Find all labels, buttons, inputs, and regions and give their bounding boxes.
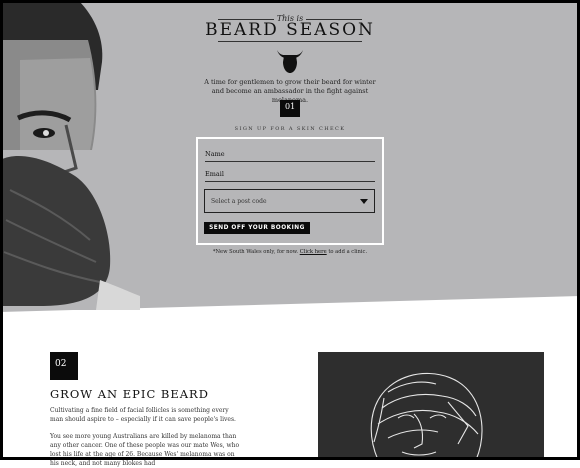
title-underline: [218, 41, 362, 42]
footnote: *New South Wales only, for now. Click he…: [0, 249, 580, 255]
step-number-01: 01: [280, 100, 300, 117]
click-here-link[interactable]: Click here: [300, 249, 327, 255]
name-field-underline: [205, 161, 375, 162]
step-number-02: 02: [50, 352, 78, 380]
send-booking-button[interactable]: SEND OFF YOUR BOOKING: [204, 222, 310, 234]
face-line-art-icon: [318, 352, 544, 460]
section-paragraph-2: You see more young Australians are kille…: [50, 433, 240, 467]
bull-head-logo-icon: [277, 50, 303, 73]
section-paragraph-1: Cultivating a fine field of facial folli…: [50, 407, 236, 423]
section-title: GROW AN EPIC BEARD: [50, 387, 209, 401]
email-field-underline: [205, 181, 375, 182]
line-art-face-illustration: [318, 352, 544, 460]
email-field[interactable]: Email: [205, 170, 224, 178]
chevron-down-icon: [360, 199, 368, 204]
site-title: BEARD SEASON: [205, 20, 375, 40]
signup-label: SIGN UP FOR A SKIN CHECK: [234, 126, 346, 132]
postcode-select-value: Select a post code: [211, 198, 267, 205]
postcode-select[interactable]: Select a post code: [204, 189, 375, 213]
footnote-text: *New South Wales only, for now.: [212, 249, 299, 255]
hero-section: This is BEARD SEASON A time for gentleme…: [0, 0, 580, 320]
bearded-man-portrait: [0, 0, 140, 310]
name-field[interactable]: Name: [205, 150, 225, 158]
footnote-suffix: to add a clinic.: [328, 249, 368, 255]
